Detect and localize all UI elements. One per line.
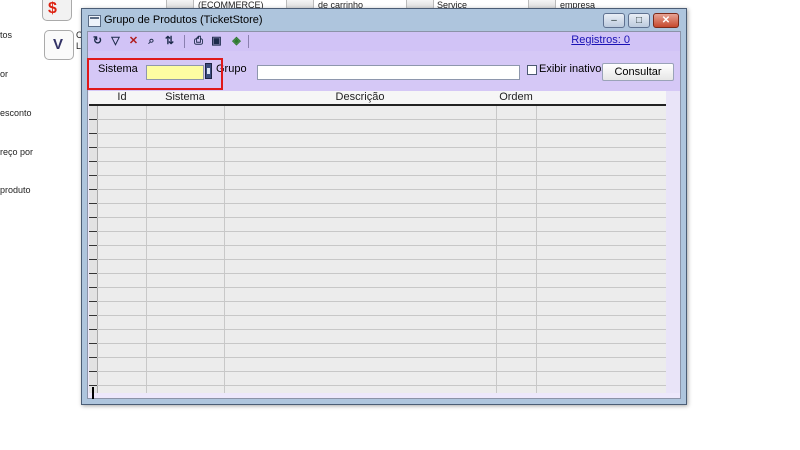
filter-icon[interactable]: ▽ — [109, 35, 122, 48]
grid-column-divider — [146, 106, 147, 393]
dollar-app-icon[interactable]: $ — [42, 0, 72, 21]
grid-column-divider — [496, 106, 497, 393]
row-cursor — [92, 387, 94, 399]
grid-row-divider — [89, 147, 666, 148]
column-header-descricao[interactable]: Descrição — [224, 91, 496, 104]
minimize-icon: – — [611, 15, 617, 26]
grid-row-divider — [89, 273, 666, 274]
grid-row-indicator-tick — [89, 259, 97, 260]
grid-row-indicator-tick — [89, 119, 97, 120]
minimize-button[interactable]: – — [603, 13, 625, 28]
background-menu-item[interactable]: produto — [0, 185, 31, 195]
grid-row-indicator-tick — [89, 175, 97, 176]
grid-row-indicator-tick — [89, 385, 97, 386]
grid-header: Id Sistema Descrição Ordem — [89, 91, 666, 106]
grid-row-indicator-tick — [89, 371, 97, 372]
export-icon[interactable]: ◈ — [230, 35, 243, 48]
grid-row-indicator-tick — [89, 133, 97, 134]
grid-row-divider — [89, 357, 666, 358]
grid-row-divider — [89, 217, 666, 218]
grid-row-indicator-tick — [89, 231, 97, 232]
close-icon: ✕ — [661, 15, 671, 26]
grid-row-indicator-tick — [89, 203, 97, 204]
products-grid[interactable]: Id Sistema Descrição Ordem — [89, 91, 666, 399]
grid-row-indicator-tick — [89, 329, 97, 330]
column-header-sistema[interactable]: Sistema — [146, 91, 224, 104]
print-icon[interactable]: ⎙ — [192, 35, 205, 48]
clear-filter-icon[interactable]: ✕ — [127, 35, 140, 48]
toolbar-separator — [248, 35, 249, 48]
grid-row-divider — [89, 189, 666, 190]
grid-row-divider — [89, 315, 666, 316]
v-logo-icon[interactable]: V — [44, 30, 74, 60]
background-menu-item[interactable]: reço por — [0, 147, 33, 157]
consultar-button[interactable]: Consultar — [602, 63, 674, 81]
grid-row-indicator-tick — [89, 343, 97, 344]
exibir-inativos-checkbox[interactable] — [527, 65, 537, 75]
window-icon — [88, 15, 101, 27]
save-icon[interactable]: ▣ — [210, 35, 223, 48]
grid-row-indicator-tick — [89, 147, 97, 148]
grid-column-divider — [224, 106, 225, 393]
column-header-id[interactable]: Id — [98, 91, 146, 104]
grid-row-divider — [89, 175, 666, 176]
grid-row-divider — [89, 133, 666, 134]
grid-row-indicator-tick — [89, 189, 97, 190]
grid-row-divider — [89, 301, 666, 302]
column-header-ordem[interactable]: Ordem — [496, 91, 536, 104]
toolbar: ↻ ▽ ✕ ⌕ ⇅ ⎙ ▣ ◈ Registros: 0 — [88, 32, 680, 51]
window-client-area: ↻ ▽ ✕ ⌕ ⇅ ⎙ ▣ ◈ Registros: 0 Sistema Gru… — [87, 31, 681, 399]
grid-row-divider — [89, 119, 666, 120]
grid-row-indicator-tick — [89, 357, 97, 358]
grid-row-indicator-tick — [89, 161, 97, 162]
grid-row-divider — [89, 259, 666, 260]
exibir-inativos-label[interactable]: Exibir inativos — [539, 63, 607, 75]
maximize-icon: □ — [635, 15, 643, 26]
grid-row-divider — [89, 385, 666, 386]
grupo-produtos-window: Grupo de Produtos (TicketStore) – □ ✕ ↻ … — [81, 8, 687, 405]
toolbar-separator — [184, 35, 185, 48]
row-indicator-column — [89, 91, 98, 393]
grid-row-divider — [89, 161, 666, 162]
grupo-input[interactable] — [257, 65, 520, 80]
grid-row-divider — [89, 329, 666, 330]
grid-row-divider — [89, 287, 666, 288]
window-title: Grupo de Produtos (TicketStore) — [104, 14, 263, 26]
search-icon[interactable]: ⌕ — [145, 35, 158, 48]
background-menu-item[interactable]: tos — [0, 30, 12, 40]
grid-row-indicator-tick — [89, 315, 97, 316]
grid-row-divider — [89, 343, 666, 344]
grid-row-divider — [89, 245, 666, 246]
sistema-field-highlight — [87, 58, 223, 90]
grid-row-indicator-tick — [89, 287, 97, 288]
grid-row-divider — [89, 231, 666, 232]
close-button[interactable]: ✕ — [653, 13, 679, 28]
background-menu-item[interactable]: esconto — [0, 108, 32, 118]
title-bar[interactable]: Grupo de Produtos (TicketStore) – □ ✕ — [82, 9, 686, 31]
refresh-icon[interactable]: ↻ — [91, 35, 104, 48]
grid-row-indicator-tick — [89, 217, 97, 218]
sort-icon[interactable]: ⇅ — [163, 35, 176, 48]
grid-column-divider — [536, 106, 537, 393]
grid-row-indicator-tick — [89, 245, 97, 246]
maximize-button[interactable]: □ — [628, 13, 650, 28]
grid-row-indicator-tick — [89, 301, 97, 302]
grid-row-divider — [89, 203, 666, 204]
grid-row-divider — [89, 371, 666, 372]
records-count-link[interactable]: Registros: 0 — [571, 34, 630, 46]
grid-right-margin — [666, 91, 680, 393]
background-menu-item[interactable]: or — [0, 69, 8, 79]
grid-row-indicator-tick — [89, 273, 97, 274]
